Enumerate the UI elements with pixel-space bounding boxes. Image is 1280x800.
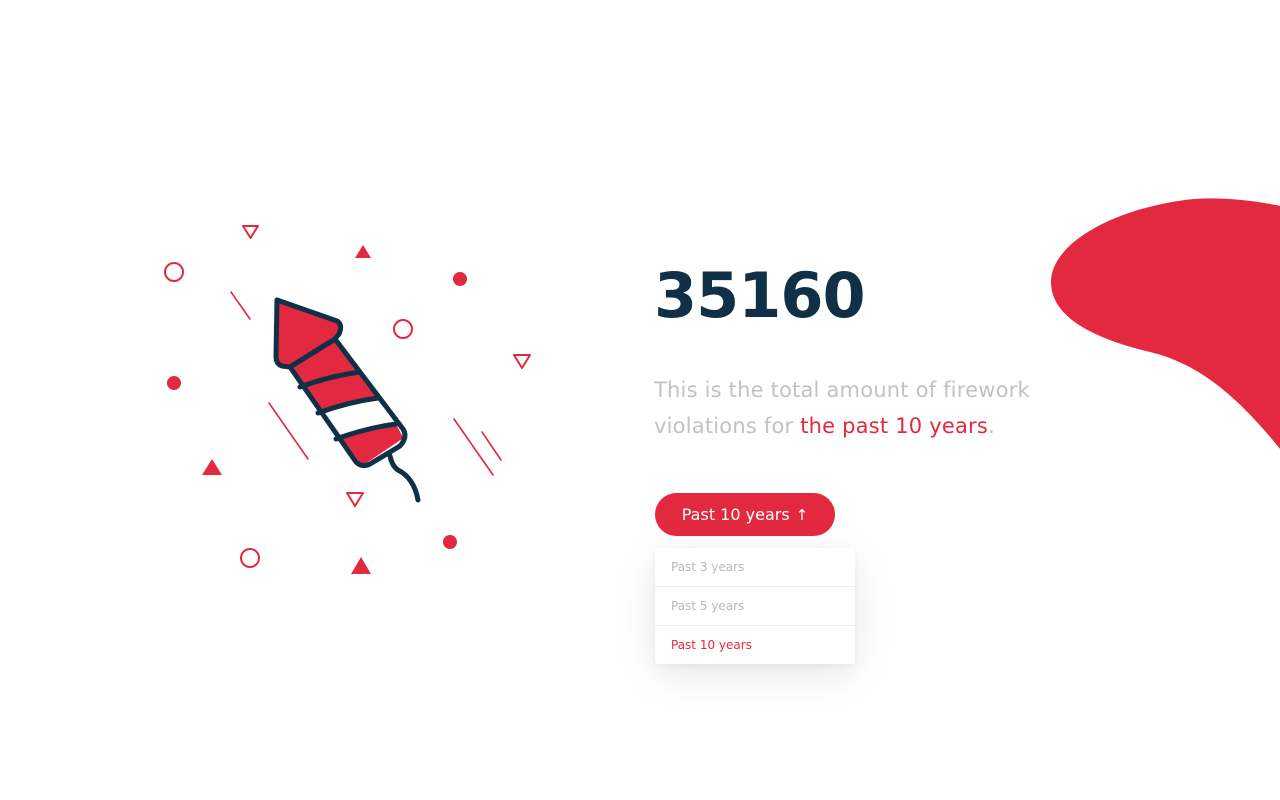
violation-count: 35160	[654, 259, 866, 332]
stats-description: This is the total amount of firework vio…	[654, 372, 1074, 444]
firework-rocket-icon	[273, 297, 421, 503]
triangle-icon	[242, 225, 259, 239]
triangle-icon	[513, 354, 531, 369]
dropdown-option-past-3-years[interactable]: Past 3 years	[655, 548, 855, 586]
triangle-icon	[346, 492, 364, 507]
circle-icon	[240, 548, 260, 568]
streak-line	[268, 402, 309, 460]
period-select-button[interactable]: Past 10 years ↑	[655, 493, 835, 536]
dropdown-option-past-10-years[interactable]: Past 10 years	[655, 625, 855, 664]
arrow-up-icon: ↑	[795, 505, 809, 524]
triangle-icon	[351, 557, 371, 574]
streak-line	[230, 291, 251, 320]
streak-line	[453, 418, 494, 476]
triangle-icon	[202, 459, 222, 475]
decorative-blob	[1050, 198, 1280, 449]
circle-icon	[393, 319, 413, 339]
firework-illustration	[164, 225, 531, 574]
description-highlight: the past 10 years	[800, 414, 988, 438]
dot-icon	[167, 376, 181, 390]
dropdown-option-past-5-years[interactable]: Past 5 years	[655, 586, 855, 625]
circle-icon	[164, 262, 184, 282]
dot-icon	[453, 272, 467, 286]
triangle-icon	[355, 245, 371, 258]
period-button-label: Past 10 years	[681, 505, 790, 524]
description-suffix: .	[988, 414, 995, 438]
streak-line	[481, 431, 502, 461]
page: 35160 This is the total amount of firewo…	[0, 0, 1280, 800]
dot-icon	[443, 535, 457, 549]
period-dropdown-menu: Past 3 years Past 5 years Past 10 years	[655, 548, 855, 664]
